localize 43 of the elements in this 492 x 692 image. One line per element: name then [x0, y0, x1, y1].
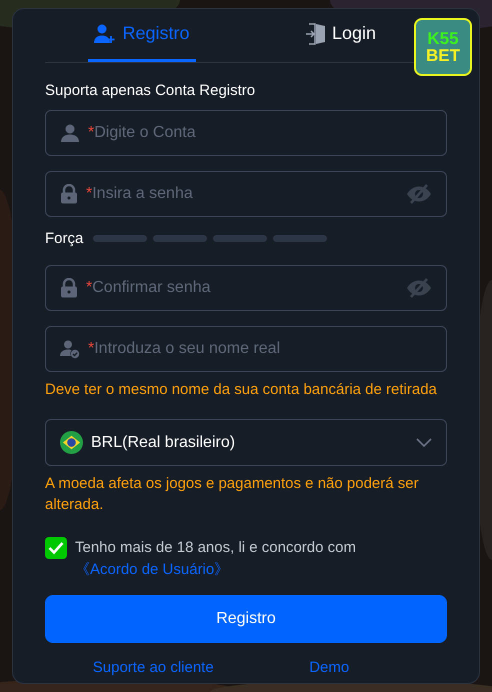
strength-bar [153, 235, 208, 242]
hint-text: Deve ter o mesmo nome da sua conta bancária de retirada [45, 380, 438, 400]
required-mark: * [86, 278, 92, 298]
checkbox[interactable] [45, 537, 67, 559]
input-field[interactable]: Digite o Conta [94, 120, 432, 144]
currency-select[interactable]: BRL(Real brasileiro) [45, 419, 447, 466]
input-box[interactable]: *Insira a senha [45, 170, 447, 216]
input-box[interactable]: *Confirmar senha [45, 265, 447, 311]
strength-bar [93, 235, 148, 242]
input-box[interactable]: *Introduza o seu nome real [45, 326, 447, 372]
flag-icon [60, 431, 83, 454]
strength-bar [273, 235, 328, 242]
form-heading: Suporta apenas Conta Registro [45, 81, 256, 101]
required-mark: * [88, 339, 94, 359]
lock-icon [60, 184, 78, 204]
footer-link[interactable]: Demo [309, 657, 350, 680]
tab[interactable]: Login [301, 8, 381, 62]
user-check-icon [60, 339, 80, 359]
logo-text: K55 [427, 30, 459, 47]
required-mark: * [88, 122, 94, 142]
register-button[interactable]: Registro [45, 595, 447, 643]
footer-link[interactable]: Suporte ao cliente [92, 657, 214, 680]
user-plus-icon [94, 24, 116, 44]
eye-slash-icon[interactable] [406, 184, 432, 204]
input-field[interactable]: Confirmar senha [92, 276, 398, 300]
user-icon [60, 122, 80, 142]
tab[interactable]: Registro [88, 8, 196, 62]
strength-label: Força [45, 228, 84, 248]
lock-icon [60, 278, 78, 298]
hint-text: A moeda afeta os jogos e pagamentos e não poderá ser alterada. [45, 474, 420, 515]
door-icon [306, 22, 326, 44]
input-box[interactable]: *Digite o Conta [45, 110, 447, 156]
agreement-text: Tenho mais de 18 anos, li e concordo com 《Acordo de Usuário》 [75, 538, 357, 580]
input-field[interactable]: Insira a senha [92, 182, 398, 206]
currency-value: BRL(Real brasileiro) [91, 432, 236, 452]
strength-bar [213, 235, 268, 242]
chevron-down-icon [416, 438, 432, 448]
required-mark: * [86, 184, 92, 204]
logo-text: BET [426, 47, 460, 64]
eye-slash-icon[interactable] [406, 278, 432, 298]
input-field[interactable]: Introduza o seu nome real [94, 337, 432, 361]
check-icon [48, 541, 64, 555]
agreement-link[interactable]: 《Acordo de Usuário》 [75, 561, 230, 578]
